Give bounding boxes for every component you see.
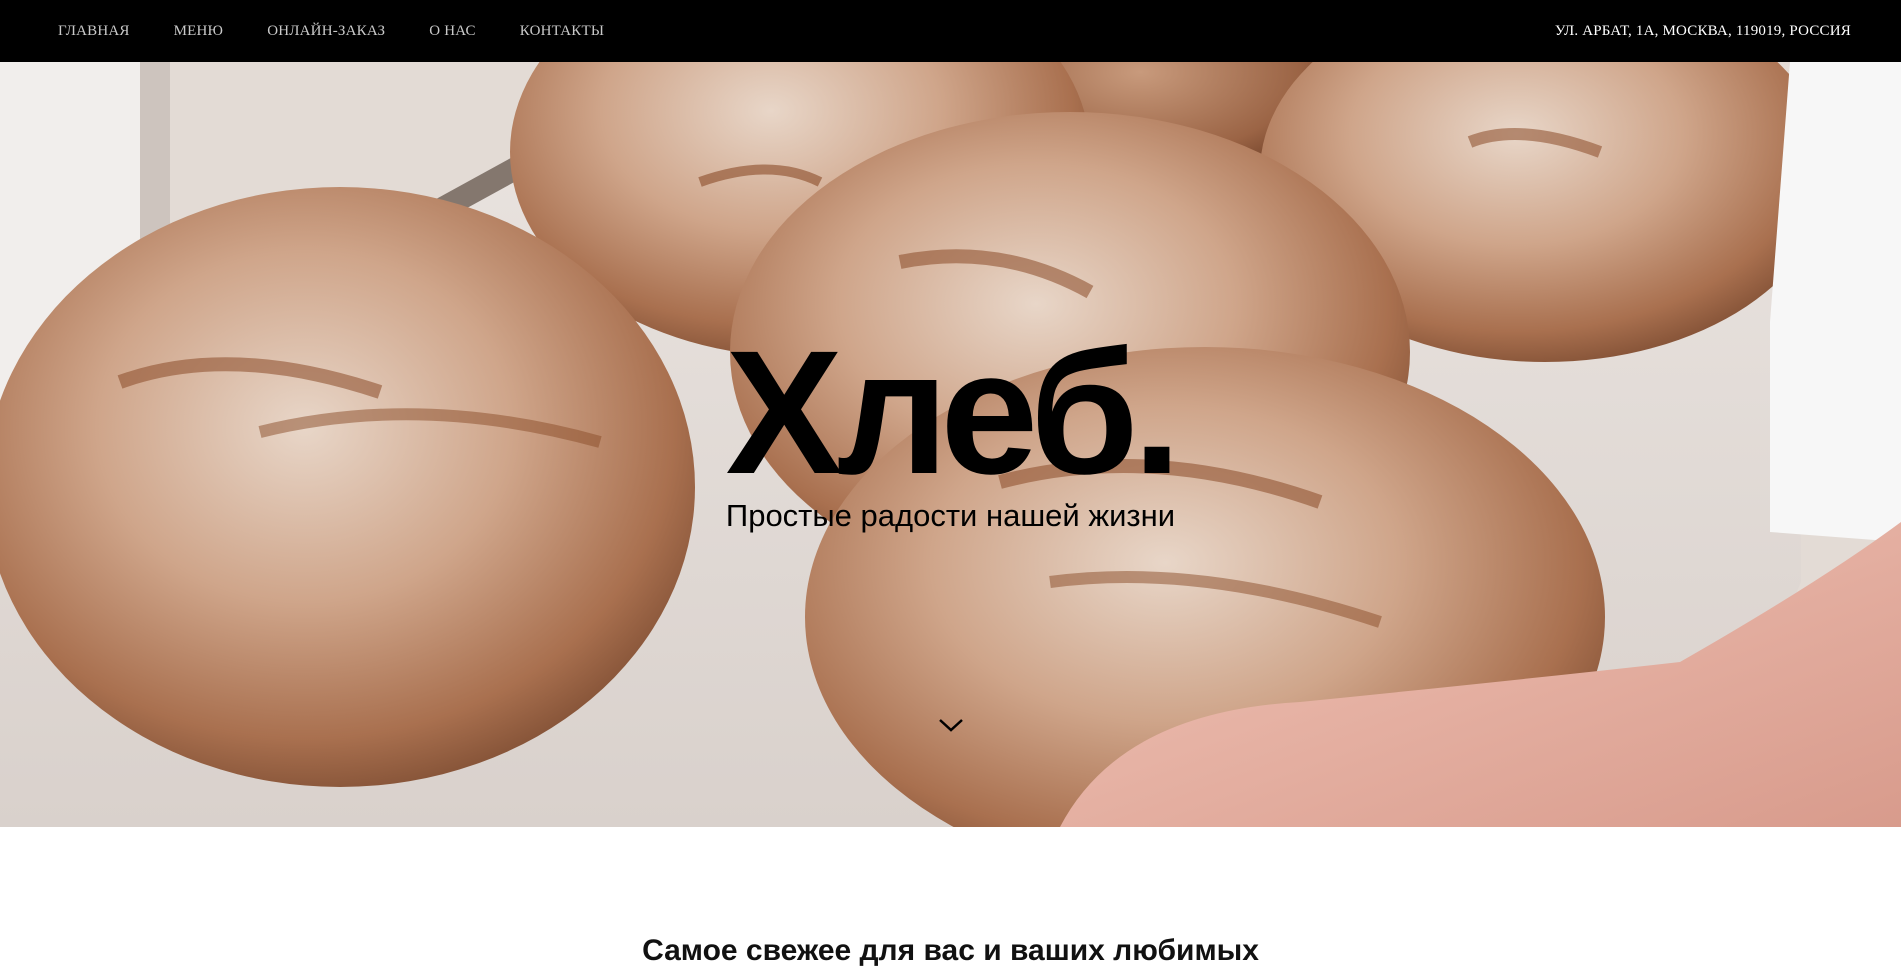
header-address: УЛ. АРБАТ, 1А, МОСКВА, 119019, РОССИЯ [1554, 22, 1851, 39]
nav-item-menu[interactable]: МЕНЮ [174, 23, 224, 40]
nav-item-about[interactable]: О НАС [429, 23, 476, 40]
nav-item-home[interactable]: ГЛАВНАЯ [58, 23, 130, 40]
hero-title: Хлеб. [725, 315, 1181, 511]
hero-section: Хлеб. Простые радости нашей жизни [0, 62, 1901, 827]
chevron-down-icon[interactable] [936, 712, 966, 738]
main-nav: ГЛАВНАЯ МЕНЮ ОНЛАЙН-ЗАКАЗ О НАС КОНТАКТЫ [58, 0, 648, 62]
hero-subtitle: Простые радости нашей жизни [725, 498, 1176, 533]
nav-item-online-order[interactable]: ОНЛАЙН-ЗАКАЗ [267, 23, 385, 40]
section-heading: Самое свежее для вас и ваших любимых [642, 934, 1259, 967]
top-navigation-bar: ГЛАВНАЯ МЕНЮ ОНЛАЙН-ЗАКАЗ О НАС КОНТАКТЫ… [0, 0, 1901, 62]
nav-item-contacts[interactable]: КОНТАКТЫ [520, 23, 604, 40]
